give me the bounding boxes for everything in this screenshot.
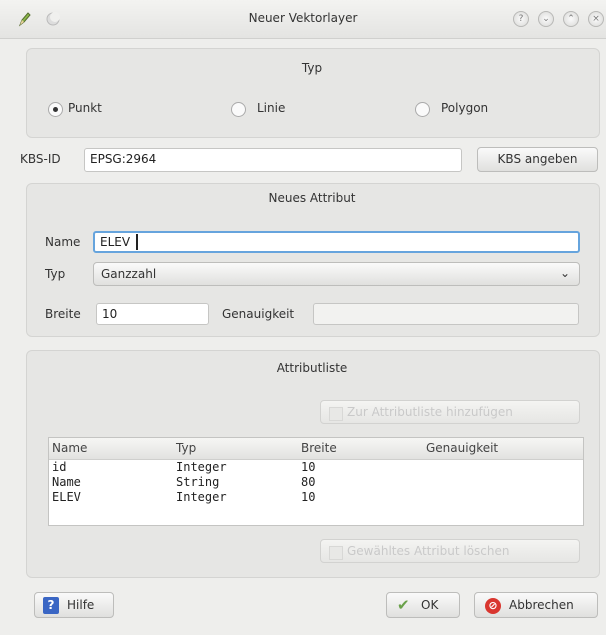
table-row[interactable]: id Integer 10 — [49, 460, 583, 476]
text-caret — [136, 234, 138, 250]
cell-type: Integer — [176, 490, 227, 504]
minimize-icon[interactable]: ⌄ — [538, 11, 554, 27]
title-bar: Neuer Vektorlayer ? ⌄ ⌃ × — [0, 0, 606, 39]
name-label: Name — [45, 235, 81, 249]
cell-width: 10 — [301, 460, 316, 474]
delete-attribute-button[interactable]: Gewähltes Attribut löschen — [320, 539, 580, 563]
kbs-button[interactable]: KBS angeben — [477, 147, 598, 172]
name-field-value: ELEV — [100, 235, 131, 249]
table-row[interactable]: Name String 80 — [49, 475, 583, 491]
ok-button-label: OK — [421, 598, 439, 612]
width-field[interactable]: 10 — [96, 303, 209, 325]
radio-linie-indicator[interactable] — [231, 102, 246, 117]
type-label: Typ — [45, 267, 66, 281]
new-attribute-heading: Neues Attribut — [268, 191, 356, 205]
checkmark-icon: ✔ — [397, 596, 410, 614]
chevron-down-icon: ⌄ — [560, 266, 571, 280]
column-header-name[interactable]: Name — [52, 441, 87, 455]
radio-punkt[interactable]: Punkt — [48, 99, 168, 119]
cell-type: Integer — [176, 460, 227, 474]
attribute-table: Name Typ Breite Genauigkeit id Integer 1… — [48, 437, 584, 526]
kbs-field[interactable]: EPSG:2964 — [84, 148, 462, 172]
cell-name: id — [52, 460, 67, 474]
type-heading: Typ — [301, 61, 323, 75]
radio-linie[interactable]: Linie — [231, 99, 351, 119]
kbs-label: KBS-ID — [20, 152, 61, 166]
ok-button[interactable]: ✔ OK — [386, 592, 460, 618]
help-icon[interactable]: ? — [513, 11, 529, 27]
add-to-list-button[interactable]: Zur Attributliste hinzufügen — [320, 400, 580, 424]
type-dropdown-value: Ganzzahl — [101, 267, 157, 281]
attribute-list-heading: Attributliste — [276, 361, 348, 375]
cancel-button[interactable]: ⊘ Abbrechen — [474, 592, 598, 618]
delete-attribute-label: Gewähltes Attribut löschen — [347, 544, 510, 558]
cell-name: Name — [52, 475, 81, 489]
add-icon — [329, 407, 343, 421]
add-to-list-label: Zur Attributliste hinzufügen — [347, 405, 513, 419]
maximize-icon[interactable]: ⌃ — [563, 11, 579, 27]
cell-name: ELEV — [52, 490, 81, 504]
table-header: Name Typ Breite Genauigkeit — [49, 438, 583, 460]
column-header-type[interactable]: Typ — [176, 441, 196, 455]
delete-icon — [329, 546, 343, 560]
radio-polygon-label: Polygon — [441, 101, 489, 115]
help-book-icon: ? — [43, 597, 59, 614]
help-button-label: Hilfe — [67, 598, 95, 612]
radio-punkt-indicator[interactable] — [48, 102, 63, 117]
radio-punkt-label: Punkt — [68, 101, 102, 115]
cell-width: 80 — [301, 475, 316, 489]
radio-polygon-indicator[interactable] — [415, 102, 430, 117]
radio-linie-label: Linie — [257, 101, 286, 115]
column-header-width[interactable]: Breite — [301, 441, 337, 455]
precision-label: Genauigkeit — [222, 307, 295, 321]
radio-polygon[interactable]: Polygon — [415, 99, 555, 119]
cancel-button-label: Abbrechen — [509, 598, 574, 612]
cancel-icon: ⊘ — [485, 598, 501, 614]
cell-width: 10 — [301, 490, 316, 504]
width-label: Breite — [45, 307, 81, 321]
type-dropdown[interactable]: Ganzzahl ⌄ — [93, 262, 580, 286]
help-button[interactable]: ? Hilfe — [34, 592, 114, 618]
close-icon[interactable]: × — [588, 11, 604, 27]
precision-field[interactable] — [313, 303, 579, 325]
column-header-precision[interactable]: Genauigkeit — [426, 441, 498, 455]
name-field[interactable]: ELEV — [93, 231, 580, 253]
table-row[interactable]: ELEV Integer 10 — [49, 490, 583, 506]
cell-type: String — [176, 475, 220, 489]
